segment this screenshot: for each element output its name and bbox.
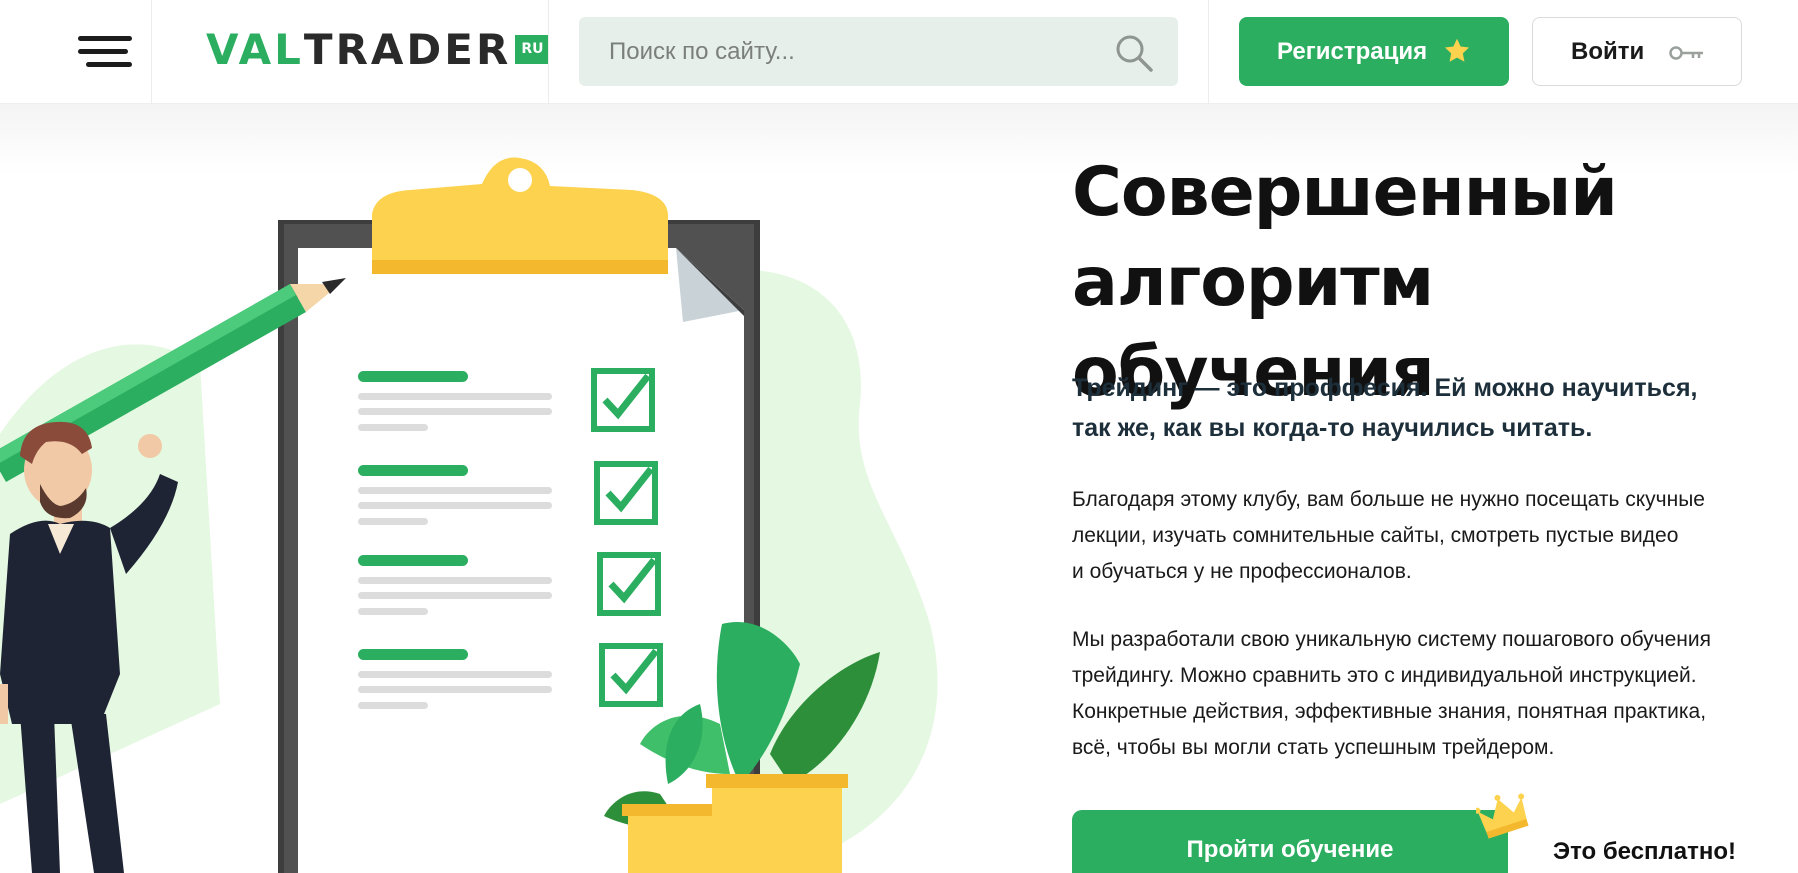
- hero-paragraph-2: Мы разработали свою уникальную систему п…: [1072, 622, 1772, 766]
- logo-part-trader: TRADER: [303, 24, 512, 74]
- login-button[interactable]: Войти: [1532, 17, 1742, 86]
- header-divider: [548, 0, 549, 104]
- free-label: Это бесплатно!: [1553, 838, 1737, 865]
- site-header: VAL TRADER RU Регистрация Войти: [0, 0, 1798, 104]
- paragraph-line: Благодаря этому клубу, вам больше не нуж…: [1072, 488, 1705, 511]
- star-icon: [1444, 38, 1470, 62]
- logo-part-val: VAL: [206, 24, 304, 74]
- paragraph-line: и обучаться у не профессионалов.: [1072, 560, 1412, 583]
- header-divider: [1208, 0, 1209, 104]
- site-logo[interactable]: VAL TRADER RU: [206, 25, 550, 74]
- paragraph-line: трейдингу. Можно сравнить это с индивиду…: [1072, 664, 1697, 687]
- search-icon[interactable]: [1114, 33, 1154, 73]
- paragraph-line: лекции, изучать сомнительные сайты, смот…: [1072, 524, 1679, 547]
- paragraph-line: Конкретные действия, эффективные знания,…: [1072, 700, 1707, 723]
- register-label: Регистрация: [1277, 37, 1428, 65]
- hero-lead-line-1: Трейдинг — это проффесия. Ей можно научи…: [1072, 374, 1698, 402]
- login-label: Войти: [1571, 37, 1645, 65]
- hero-paragraph-1: Благодаря этому клубу, вам больше не нуж…: [1072, 482, 1772, 590]
- search-box: [579, 17, 1178, 86]
- menu-icon[interactable]: [78, 36, 132, 68]
- search-input[interactable]: [609, 37, 1089, 66]
- checklist-illustration: [0, 157, 938, 873]
- paragraph-line: Мы разработали свою уникальную систему п…: [1072, 628, 1712, 651]
- key-icon: [1669, 46, 1703, 60]
- crown-icon: [1476, 793, 1529, 839]
- hero-title-line-1: Совершенный: [1072, 153, 1618, 232]
- start-learning-label: Пройти обучение: [1186, 836, 1394, 863]
- start-learning-button[interactable]: Пройти обучение: [1072, 810, 1508, 873]
- hero-lead: Трейдинг — это проффесия. Ей можно научи…: [1072, 368, 1732, 448]
- header-divider: [151, 0, 152, 104]
- logo-badge-ru: RU: [515, 34, 550, 64]
- register-button[interactable]: Регистрация: [1239, 17, 1509, 86]
- paragraph-line: всё, чтобы вы могли стать успешным трейд…: [1072, 736, 1555, 759]
- hero-section: Совершенный алгоритм обучения Трейдинг —…: [0, 104, 1798, 873]
- hero-lead-line-2: так же, как вы когда-то научились читать…: [1072, 414, 1593, 442]
